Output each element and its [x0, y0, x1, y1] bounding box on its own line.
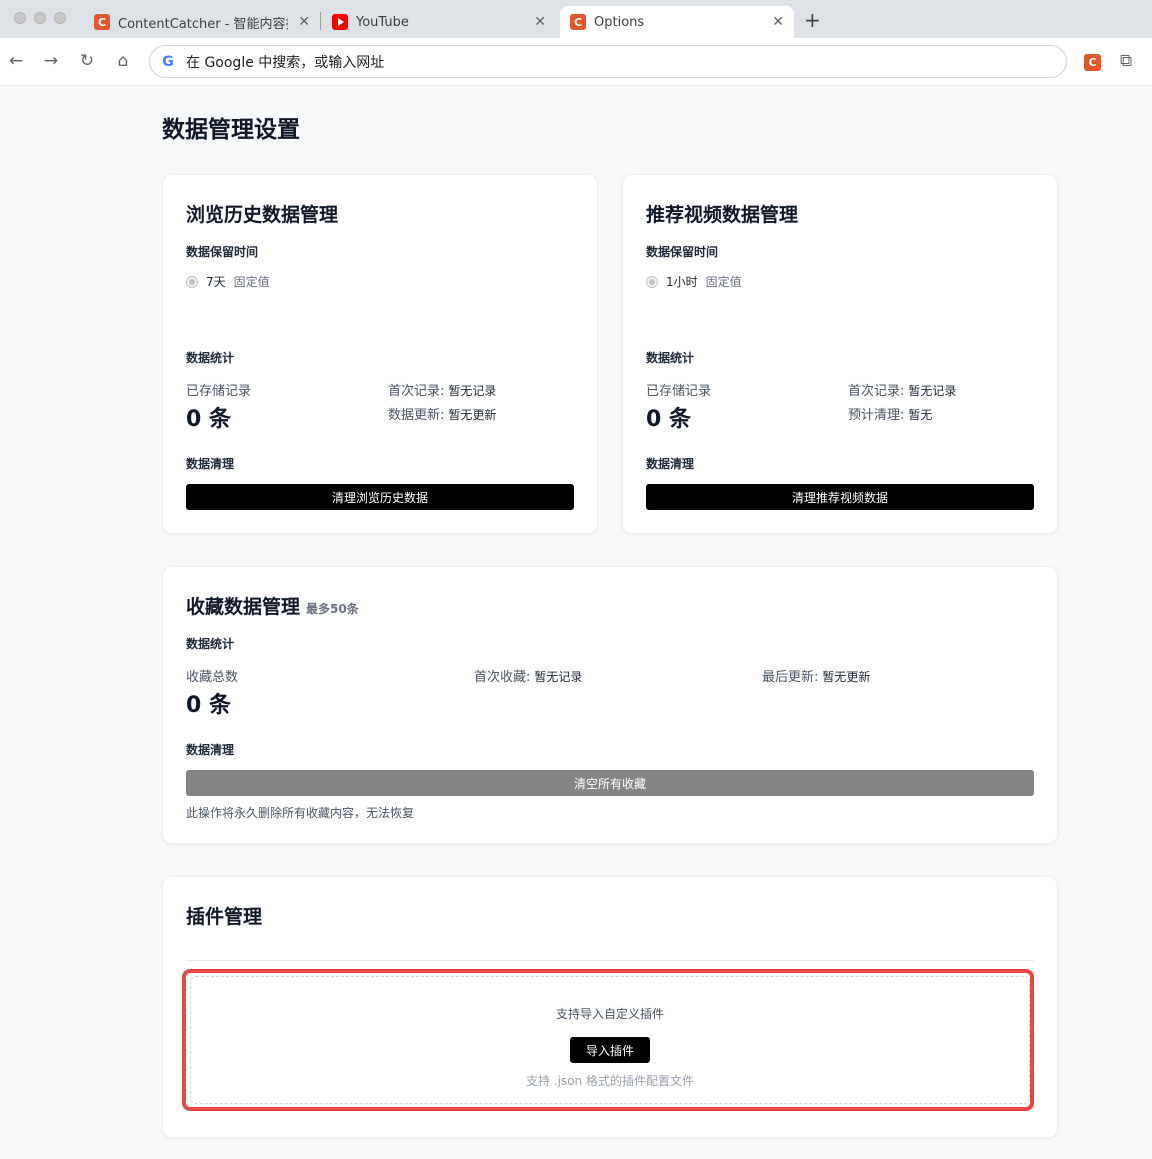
- planned-cleanup-value: 暂无: [908, 408, 933, 422]
- tab-youtube[interactable]: YouTube ✕: [322, 6, 556, 38]
- youtube-favicon-icon: [332, 14, 348, 30]
- data-update-label: 数据更新:: [388, 408, 445, 423]
- planned-cleanup-row: 预计清理: 暂无: [848, 404, 932, 423]
- tab-title: Options: [594, 14, 645, 30]
- favorites-title-text: 收藏数据管理: [186, 596, 301, 618]
- last-update-row: 最后更新: 暂无更新: [762, 666, 870, 685]
- retention-label: 数据保留时间: [186, 245, 259, 259]
- browser-toolbar: ← → ↻ ⌂ G 在 Google 中搜索，或输入网址 C ⧉: [0, 38, 1152, 86]
- browser-tab-bar: C ContentCatcher - 智能内容捕手 ✕ YouTube ✕ C …: [0, 0, 1152, 38]
- tab-separator: [320, 12, 321, 30]
- tab-contentcatcher[interactable]: C ContentCatcher - 智能内容捕手 ✕: [84, 6, 320, 38]
- clear-history-button[interactable]: 清理浏览历史数据: [186, 484, 574, 510]
- favorites-total-label: 收藏总数: [186, 670, 239, 685]
- home-icon[interactable]: ⌂: [113, 51, 133, 71]
- address-bar[interactable]: G 在 Google 中搜索，或输入网址: [149, 45, 1067, 78]
- plugin-card-title: 插件管理: [186, 906, 263, 928]
- last-update-value: 暂无更新: [822, 670, 871, 684]
- cleanup-label: 数据清理: [186, 457, 235, 471]
- radio-button[interactable]: [186, 275, 198, 288]
- first-favorite-label: 首次收藏:: [474, 670, 531, 685]
- history-card-title: 浏览历史数据管理: [186, 204, 339, 226]
- stored-records-label: 已存储记录: [646, 384, 712, 399]
- close-icon[interactable]: ✕: [298, 14, 310, 30]
- google-icon: G: [162, 53, 174, 70]
- contentcatcher-extension-icon[interactable]: C: [1084, 54, 1101, 71]
- retention-note: 固定值: [233, 275, 270, 289]
- reload-icon[interactable]: ↻: [77, 51, 97, 71]
- close-icon[interactable]: ✕: [534, 14, 546, 30]
- max-count-badge: 最多50条: [306, 602, 359, 616]
- stored-records-value: 0 条: [186, 407, 231, 432]
- tab-title: ContentCatcher - 智能内容捕手: [118, 16, 288, 32]
- favorites-total-value: 0 条: [186, 693, 231, 718]
- first-record-value: 暂无记录: [908, 384, 957, 398]
- recommend-card-title: 推荐视频数据管理: [646, 204, 799, 226]
- stats-label: 数据统计: [186, 351, 235, 365]
- highlight-annotation-box: [182, 969, 1034, 1111]
- planned-cleanup-label: 预计清理:: [848, 408, 905, 423]
- first-record-row: 首次记录: 暂无记录: [848, 380, 956, 399]
- retention-value: 1小时: [666, 275, 698, 289]
- tab-options[interactable]: C Options ✕: [560, 6, 794, 38]
- address-bar-placeholder: 在 Google 中搜索，或输入网址: [186, 54, 385, 71]
- recommend-retention-option[interactable]: 1小时 固定值: [646, 273, 742, 290]
- extensions-puzzle-icon[interactable]: ⧉: [1120, 51, 1132, 71]
- delete-warning: 此操作将永久删除所有收藏内容，无法恢复: [186, 806, 415, 820]
- data-update-row: 数据更新: 暂无更新: [388, 404, 496, 423]
- window-zoom-dot[interactable]: [54, 12, 66, 24]
- first-record-label: 首次记录:: [388, 384, 445, 399]
- tab-title: YouTube: [356, 14, 409, 30]
- page-title: 数据管理设置: [162, 117, 300, 143]
- retention-value: 7天: [206, 275, 226, 289]
- radio-button[interactable]: [646, 275, 658, 288]
- stored-records-label: 已存储记录: [186, 384, 252, 399]
- forward-arrow-icon[interactable]: →: [41, 51, 61, 71]
- clear-favorites-button[interactable]: 清空所有收藏: [186, 770, 1034, 796]
- first-record-value: 暂无记录: [448, 384, 497, 398]
- cleanup-label: 数据清理: [646, 457, 695, 471]
- first-favorite-value: 暂无记录: [534, 670, 583, 684]
- favorites-card-title: 收藏数据管理 最多50条: [186, 592, 359, 619]
- back-arrow-icon[interactable]: ←: [6, 51, 26, 71]
- stats-label: 数据统计: [646, 351, 695, 365]
- first-record-row: 首次记录: 暂无记录: [388, 380, 496, 399]
- retention-label: 数据保留时间: [646, 245, 719, 259]
- stats-label: 数据统计: [186, 637, 235, 651]
- stored-records-value: 0 条: [646, 407, 691, 432]
- last-update-label: 最后更新:: [762, 670, 819, 685]
- window-minimize-dot[interactable]: [34, 12, 46, 24]
- close-icon[interactable]: ✕: [772, 14, 784, 30]
- new-tab-button[interactable]: +: [804, 8, 821, 32]
- cleanup-label: 数据清理: [186, 743, 235, 757]
- contentcatcher-favicon-icon: C: [570, 14, 586, 30]
- window-close-dot[interactable]: [14, 12, 26, 24]
- retention-note: 固定值: [705, 275, 742, 289]
- first-record-label: 首次记录:: [848, 384, 905, 399]
- data-update-value: 暂无更新: [448, 408, 497, 422]
- divider: [186, 960, 1034, 961]
- history-retention-option[interactable]: 7天 固定值: [186, 273, 270, 290]
- contentcatcher-favicon-icon: C: [94, 14, 110, 30]
- first-favorite-row: 首次收藏: 暂无记录: [474, 666, 582, 685]
- clear-recommend-button[interactable]: 清理推荐视频数据: [646, 484, 1034, 510]
